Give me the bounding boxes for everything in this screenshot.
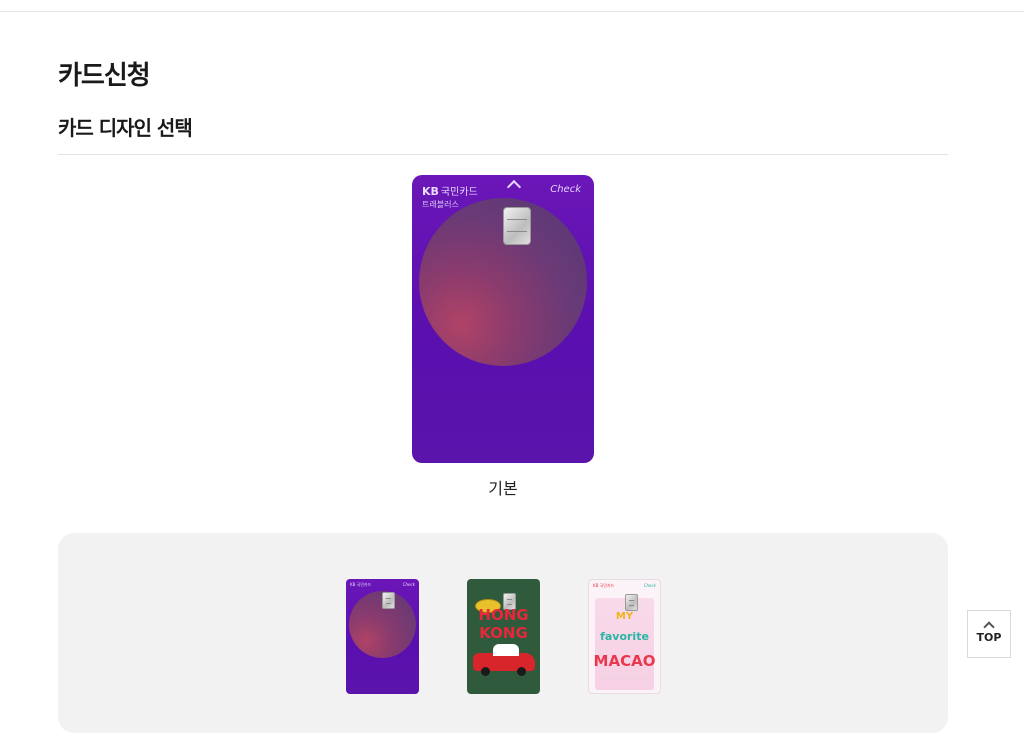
card-brand-name: 국민카드 [440, 187, 478, 198]
kong-text: KONG [479, 624, 528, 642]
card-type-label: Check [643, 583, 656, 588]
top-divider [0, 11, 1024, 12]
design-option-purple[interactable]: KB 국민카드 Check [346, 579, 419, 694]
chip-icon [503, 207, 531, 245]
selected-card-preview: KB 국민카드 트래블러스 Check [412, 175, 594, 463]
my-text: MY [615, 611, 634, 622]
card-type-label: Check [402, 582, 415, 587]
page-title: 카드신청 [58, 61, 151, 91]
scroll-top-button[interactable]: TOP [967, 610, 1011, 658]
card-brand: KB 국민카드 [593, 583, 615, 588]
chip-icon [625, 594, 638, 611]
card-product-name: 트래블러스 [422, 200, 459, 209]
chip-icon [382, 592, 395, 609]
hong-text: HONG [478, 606, 529, 624]
wheel-icon [517, 667, 526, 676]
design-option-macao[interactable]: KB 국민카드 Check MY favorite MACAO [588, 579, 661, 694]
wheel-icon [481, 667, 490, 676]
design-option-hong-kong[interactable]: HONG KONG [467, 579, 540, 694]
top-button-label: TOP [976, 631, 1002, 644]
kb-logo: KB [422, 185, 439, 198]
card-brand: KB 국민카드 [422, 183, 478, 198]
favorite-text: favorite [600, 630, 649, 643]
macao-text: MACAO [593, 652, 656, 670]
selected-card-caption: 기본 [488, 479, 518, 498]
chevron-up-icon [506, 179, 522, 195]
section-divider [58, 154, 948, 155]
card-brand: KB 국민카드 [350, 582, 372, 587]
section-title: 카드 디자인 선택 [58, 116, 193, 140]
card-type-label: Check [550, 184, 581, 195]
